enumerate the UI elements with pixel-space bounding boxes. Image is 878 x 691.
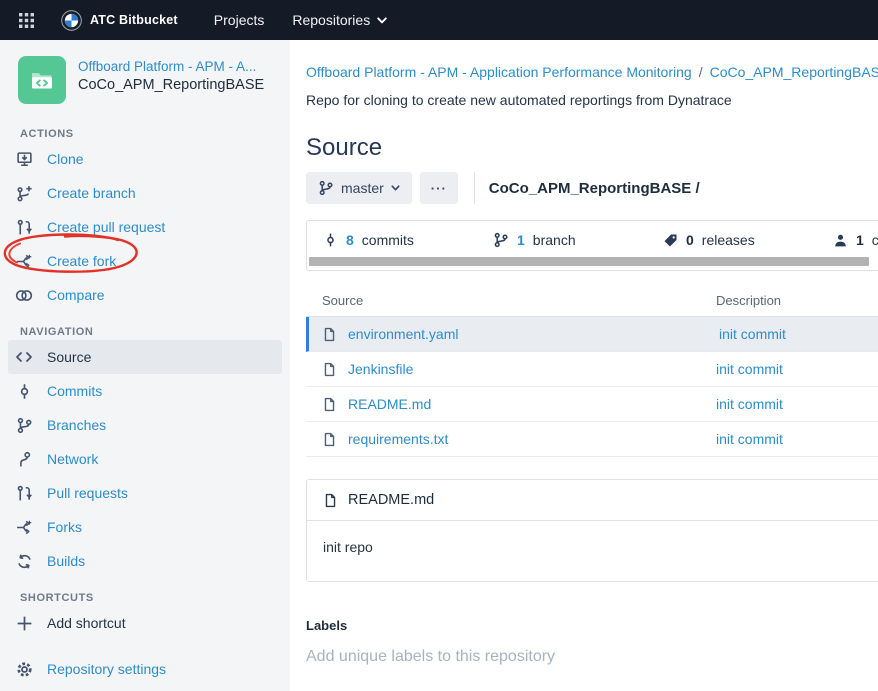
branch-icon [318, 180, 334, 196]
labels-section: Labels Add unique labels to this reposit… [306, 618, 878, 666]
sidebar-item-create-fork[interactable]: Create fork [8, 244, 282, 278]
commit-icon [14, 382, 34, 400]
sidebar-item-pull-requests[interactable]: Pull requests [8, 476, 282, 510]
page-title: Source [306, 134, 878, 162]
table-row-jenkinsfile[interactable]: Jenkinsfile init commit [306, 352, 878, 387]
readme-content: init repo [307, 521, 878, 581]
chevron-down-icon [391, 185, 400, 191]
stat-commits[interactable]: 8 commits [323, 232, 493, 248]
sidebar: Offboard Platform - APM - A... CoCo_APM_… [0, 40, 290, 691]
section-label-shortcuts: SHORTCUTS [20, 592, 290, 606]
file-icon [323, 493, 338, 508]
repo-stats-bar: 8 commits 1 branch 0 releases 1 contribu… [306, 220, 878, 271]
column-header-source: Source [306, 293, 716, 308]
breadcrumb: Offboard Platform - APM - Application Pe… [306, 64, 878, 80]
readme-filename: README.md [348, 492, 434, 508]
breadcrumb-repo-link[interactable]: CoCo_APM_ReportingBASE [710, 64, 878, 80]
pull-request-icon [14, 218, 34, 236]
sidebar-item-builds[interactable]: Builds [8, 544, 282, 578]
toolbar-divider [474, 172, 475, 204]
folder-code-icon [27, 65, 57, 95]
readme-header: README.md [307, 480, 878, 521]
table-row-environment-yaml[interactable]: environment.yaml init commit [306, 317, 878, 352]
file-table: Source Description environment.yaml init… [306, 293, 878, 457]
labels-input-placeholder[interactable]: Add unique labels to this repository [306, 648, 878, 666]
nav-projects[interactable]: Projects [200, 0, 279, 40]
file-icon [322, 362, 337, 377]
breadcrumb-project-link[interactable]: Offboard Platform - APM - Application Pe… [306, 64, 692, 80]
repo-header: Offboard Platform - APM - A... CoCo_APM_… [0, 40, 290, 114]
sidebar-item-create-branch[interactable]: Create branch [8, 176, 282, 210]
sidebar-item-commits[interactable]: Commits [8, 374, 282, 408]
app-name: ATC Bitbucket [90, 13, 178, 27]
tag-icon [663, 233, 678, 248]
sidebar-item-create-pull-request[interactable]: Create pull request [8, 210, 282, 244]
fork-icon [14, 518, 34, 536]
builds-icon [14, 552, 34, 570]
gear-icon [14, 660, 34, 678]
sidebar-item-branches[interactable]: Branches [8, 408, 282, 442]
breadcrumb-separator: / [699, 64, 703, 80]
branch-icon [14, 416, 34, 434]
section-label-actions: ACTIONS [20, 128, 290, 142]
toolbar: master ··· CoCo_APM_ReportingBASE / [306, 172, 878, 204]
labels-title: Labels [306, 618, 878, 633]
nav-repositories[interactable]: Repositories [278, 0, 401, 40]
file-link[interactable]: Jenkinsfile [348, 361, 413, 377]
main-content: Offboard Platform - APM - Application Pe… [290, 40, 878, 691]
commit-message-link[interactable]: init commit [716, 431, 783, 447]
app-logo[interactable]: ATC Bitbucket [61, 10, 178, 31]
person-icon [833, 233, 848, 248]
file-link[interactable]: environment.yaml [348, 326, 459, 342]
file-icon [322, 397, 337, 412]
sidebar-item-repository-settings[interactable]: Repository settings [8, 652, 282, 686]
readme-panel: README.md init repo [306, 479, 878, 582]
commit-message-link[interactable]: init commit [716, 361, 783, 377]
file-table-header: Source Description [306, 293, 878, 317]
app-switcher-icon[interactable] [19, 13, 57, 28]
table-row-readme-md[interactable]: README.md init commit [306, 387, 878, 422]
project-link[interactable]: Offboard Platform - APM - A... [78, 59, 264, 74]
top-nav: Projects Repositories [200, 0, 401, 40]
plus-icon [14, 614, 34, 632]
sidebar-item-clone[interactable]: Clone [8, 142, 282, 176]
code-icon [14, 348, 34, 366]
commit-message-link[interactable]: init commit [719, 326, 786, 342]
repo-avatar[interactable] [18, 56, 66, 104]
fork-icon [14, 252, 34, 270]
bmw-logo-icon [61, 10, 82, 31]
stat-branches[interactable]: 1 branch [493, 232, 663, 248]
stat-releases[interactable]: 0 releases [663, 232, 833, 248]
file-link[interactable]: requirements.txt [348, 431, 448, 447]
network-icon [14, 450, 34, 468]
section-label-navigation: NAVIGATION [20, 326, 290, 340]
pull-request-icon [14, 484, 34, 502]
commit-message-link[interactable]: init commit [716, 396, 783, 412]
repo-description: Repo for cloning to create new automated… [306, 92, 878, 108]
table-row-requirements-txt[interactable]: requirements.txt init commit [306, 422, 878, 457]
horizontal-scrollbar[interactable] [309, 257, 869, 266]
compare-icon [14, 286, 34, 304]
sidebar-item-network[interactable]: Network [8, 442, 282, 476]
more-actions-button[interactable]: ··· [420, 172, 458, 204]
branch-selector-button[interactable]: master [306, 172, 412, 204]
sidebar-item-source[interactable]: Source [8, 340, 282, 374]
clone-icon [14, 150, 34, 168]
file-link[interactable]: README.md [348, 396, 431, 412]
chevron-down-icon [377, 17, 387, 24]
file-icon [322, 327, 337, 342]
sidebar-item-forks[interactable]: Forks [8, 510, 282, 544]
column-header-description: Description [716, 293, 878, 308]
branch-icon [493, 232, 509, 248]
stat-contributors[interactable]: 1 contributor [833, 232, 878, 248]
file-icon [322, 432, 337, 447]
create-branch-icon [14, 184, 34, 202]
file-path-breadcrumb[interactable]: CoCo_APM_ReportingBASE / [489, 180, 700, 197]
top-navigation-bar: ATC Bitbucket Projects Repositories [0, 0, 878, 40]
commit-icon [323, 232, 338, 248]
repo-name[interactable]: CoCo_APM_ReportingBASE [78, 77, 264, 93]
sidebar-item-compare[interactable]: Compare [8, 278, 282, 312]
sidebar-item-add-shortcut[interactable]: Add shortcut [8, 606, 282, 640]
